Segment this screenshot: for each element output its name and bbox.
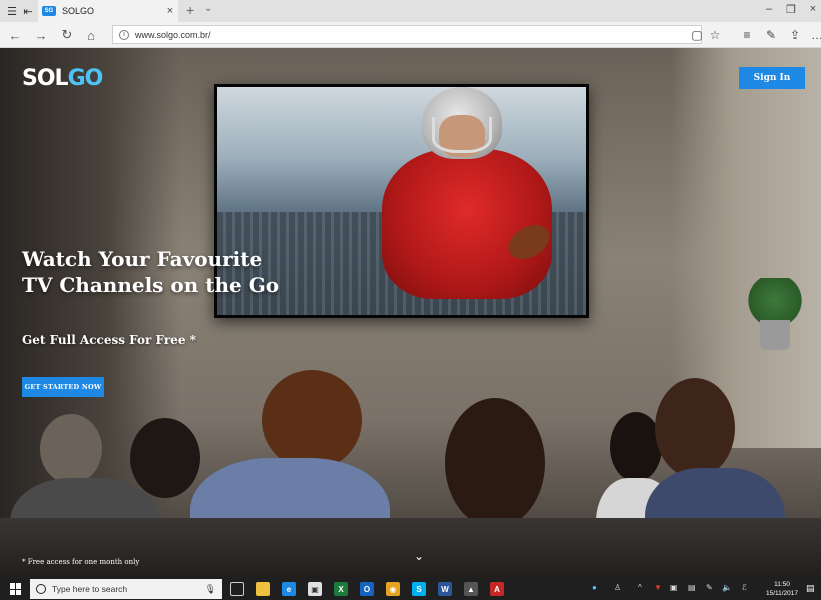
skype-icon[interactable]: S xyxy=(412,582,426,596)
network-icon[interactable]: ▤ xyxy=(688,583,696,592)
pen-icon[interactable]: ✎ xyxy=(762,26,780,44)
search-input[interactable]: Type here to search xyxy=(52,584,205,594)
help-icon[interactable]: ● xyxy=(592,583,597,592)
scroll-down-chevron-icon[interactable]: ⌄ xyxy=(411,550,427,562)
excel-icon[interactable]: X xyxy=(334,582,348,596)
system-clock[interactable]: 11:50 15/11/2017 xyxy=(764,580,800,598)
nav-bar: ← → ↻ ⌂ i www.solgo.com.br/ ▢ ☆ ≡ ✎ ⇪ … xyxy=(0,22,821,48)
pen-workspace-icon[interactable]: ✎ xyxy=(706,583,713,592)
reading-view-icon[interactable]: ▢ xyxy=(688,26,706,44)
minimize-icon[interactable]: – xyxy=(760,3,778,15)
sign-in-button[interactable]: Sign In xyxy=(739,67,805,89)
taskbar: Type here to search 🎙 e ▣ X O ◉ S W ▲ A … xyxy=(0,578,821,600)
page-content: SOLGO Sign In Watch Your Favourite TV Ch… xyxy=(0,48,821,578)
tray-chevron-icon[interactable]: ^ xyxy=(638,583,642,592)
sofa-image xyxy=(0,518,821,578)
chevron-down-icon[interactable]: ⌄ xyxy=(204,3,212,14)
store-icon[interactable]: ▣ xyxy=(308,582,322,596)
edge-icon[interactable]: e xyxy=(282,582,296,596)
restore-icon[interactable]: ❐ xyxy=(782,3,800,16)
tab-bar: ☰ ⇤ SG SOLGO × + ⌄ – ❐ × xyxy=(0,0,821,22)
get-started-button[interactable]: GET STARTED NOW xyxy=(22,377,104,397)
share-icon[interactable]: ⇪ xyxy=(786,26,804,44)
address-text[interactable]: www.solgo.com.br/ xyxy=(135,30,211,40)
language-icon[interactable]: ℰ xyxy=(742,583,747,592)
home-icon[interactable]: ⌂ xyxy=(82,26,100,44)
word-icon[interactable]: W xyxy=(438,582,452,596)
close-icon[interactable]: × xyxy=(162,5,178,17)
antivirus-icon[interactable]: ▼ xyxy=(654,583,662,592)
tray-app-icon[interactable]: ▣ xyxy=(670,583,678,592)
favorites-hub-icon[interactable]: ≡ xyxy=(738,26,756,44)
window-close-icon[interactable]: × xyxy=(804,3,821,15)
plus-icon[interactable]: + xyxy=(186,2,194,18)
people-icon[interactable]: ♙ xyxy=(614,583,621,592)
hero-subheading: Get Full Access For Free * xyxy=(22,333,196,347)
browser-tab[interactable]: SG SOLGO × xyxy=(38,0,178,22)
cortana-icon[interactable] xyxy=(36,584,46,594)
tab-manager-icon[interactable]: ☰ xyxy=(4,3,20,19)
task-view-icon[interactable] xyxy=(230,582,244,596)
microphone-icon[interactable]: 🎙 xyxy=(205,584,216,595)
back-arrow-icon[interactable]: ← xyxy=(6,26,24,44)
favicon-icon: SG xyxy=(42,6,56,16)
photos-icon[interactable]: ▲ xyxy=(464,582,478,596)
ellipsis-icon[interactable]: … xyxy=(808,26,821,44)
outlook-icon[interactable]: O xyxy=(360,582,374,596)
refresh-icon[interactable]: ↻ xyxy=(58,26,76,44)
file-explorer-icon[interactable] xyxy=(256,582,270,596)
windows-start-icon[interactable] xyxy=(10,583,22,595)
chrome-icon[interactable]: ◉ xyxy=(386,582,400,596)
star-icon[interactable]: ☆ xyxy=(706,26,724,44)
address-bar[interactable]: i www.solgo.com.br/ xyxy=(112,25,702,44)
acrobat-icon[interactable]: A xyxy=(490,582,504,596)
tab-title: SOLGO xyxy=(62,6,95,16)
footnote: * Free access for one month only xyxy=(22,558,140,566)
volume-icon[interactable]: 🔈 xyxy=(722,583,732,592)
info-icon[interactable]: i xyxy=(119,29,129,40)
taskbar-search[interactable]: Type here to search 🎙 xyxy=(30,579,222,599)
forward-arrow-icon[interactable]: → xyxy=(32,26,50,44)
hero-title: Watch Your Favourite TV Channels on the … xyxy=(22,247,280,297)
solgo-logo[interactable]: SOLGO xyxy=(22,66,103,91)
notifications-icon[interactable]: ▤ xyxy=(806,583,815,594)
back-tab-icon[interactable]: ⇤ xyxy=(20,3,36,19)
